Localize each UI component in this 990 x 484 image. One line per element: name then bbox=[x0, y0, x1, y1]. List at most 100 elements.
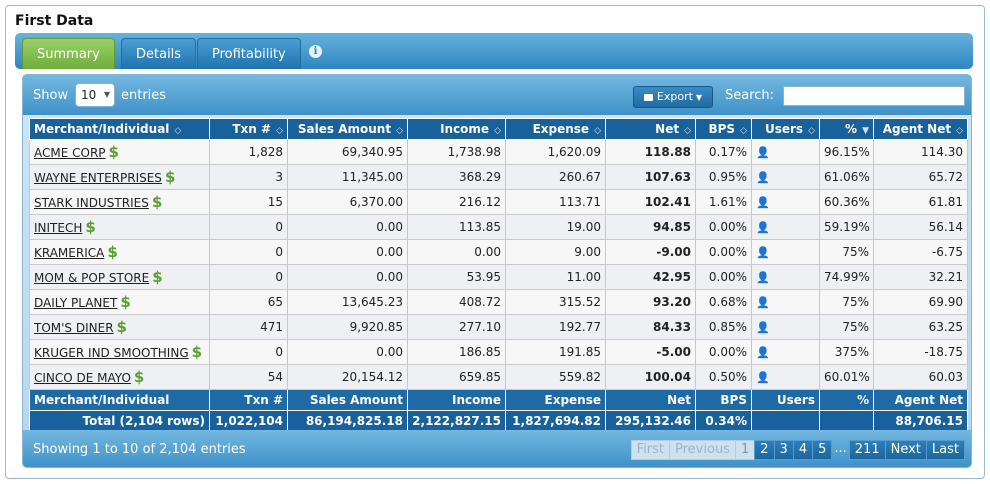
user-icon[interactable]: 👤 bbox=[756, 171, 770, 184]
cell-agent-net: 63.25 bbox=[873, 314, 968, 340]
cell-merchant: INITECH $ bbox=[29, 214, 210, 240]
dollar-icon[interactable]: $ bbox=[85, 218, 95, 236]
cell-expense: 113.71 bbox=[505, 189, 606, 215]
cell-net: -5.00 bbox=[605, 339, 696, 365]
search-input[interactable] bbox=[783, 86, 965, 106]
dollar-icon[interactable]: $ bbox=[107, 243, 117, 261]
search-label: Search: bbox=[725, 88, 775, 103]
cell-net: 94.85 bbox=[605, 214, 696, 240]
merchant-link[interactable]: MOM & POP STORE bbox=[34, 271, 149, 285]
column-label: Sales Amount bbox=[309, 393, 403, 407]
col-header-users[interactable]: Users ◇ bbox=[751, 118, 820, 140]
page-button-last[interactable]: Last bbox=[925, 440, 965, 460]
cell-expense: 11.00 bbox=[505, 264, 606, 290]
cell-txn: 54 bbox=[209, 364, 288, 390]
cell-bps: 0.00% bbox=[695, 339, 752, 365]
col-header-expense[interactable]: Expense ◇ bbox=[505, 118, 606, 140]
cell-txn: 0 bbox=[209, 339, 288, 365]
merchant-link[interactable]: CINCO DE MAYO bbox=[34, 371, 131, 385]
merchant-link[interactable]: INITECH bbox=[34, 221, 82, 235]
col-header-txn[interactable]: Txn # ◇ bbox=[209, 118, 288, 140]
cell-income: 0.00 bbox=[407, 239, 506, 265]
page-button-3[interactable]: 3 bbox=[773, 440, 794, 460]
cell-txn: 65 bbox=[209, 289, 288, 315]
dollar-icon[interactable]: $ bbox=[152, 268, 162, 286]
dollar-icon[interactable]: $ bbox=[134, 368, 144, 386]
page-button-4[interactable]: 4 bbox=[792, 440, 814, 460]
entries-info: Showing 1 to 10 of 2,104 entries bbox=[33, 442, 246, 457]
user-icon[interactable]: 👤 bbox=[756, 371, 770, 384]
column-label: Users bbox=[776, 393, 815, 407]
page-button-1[interactable]: 1 bbox=[734, 440, 756, 460]
user-icon[interactable]: 👤 bbox=[756, 346, 770, 359]
sort-icon: ◇ bbox=[684, 126, 691, 136]
export-button[interactable]: Export ▼ bbox=[633, 86, 713, 108]
cell-merchant: WAYNE ENTERPRISES $ bbox=[29, 164, 210, 190]
user-icon[interactable]: 👤 bbox=[756, 321, 770, 334]
merchant-link[interactable]: KRUGER IND SMOOTHING bbox=[34, 346, 189, 360]
cell-income: 113.85 bbox=[407, 214, 506, 240]
user-icon[interactable]: 👤 bbox=[756, 146, 770, 159]
col-header-merchant[interactable]: Merchant/Individual ◇ bbox=[29, 118, 210, 140]
page-button-5[interactable]: 5 bbox=[812, 440, 833, 460]
dollar-icon[interactable]: $ bbox=[117, 318, 127, 336]
cell-users: 👤 bbox=[751, 214, 820, 240]
dollar-icon[interactable]: $ bbox=[165, 168, 175, 186]
sort-icon: ◇ bbox=[396, 126, 403, 136]
tab-details[interactable]: Details bbox=[121, 38, 197, 69]
user-icon[interactable]: 👤 bbox=[756, 221, 770, 234]
cell-expense: 19.00 bbox=[505, 214, 606, 240]
cell-income: 659.85 bbox=[407, 364, 506, 390]
merchant-link[interactable]: WAYNE ENTERPRISES bbox=[34, 171, 162, 185]
footer-header-row: Merchant/Individual Txn # Sales Amount Inco… bbox=[29, 389, 968, 411]
cell-percent: 96.15% bbox=[819, 139, 874, 165]
col-header-income[interactable]: Income ◇ bbox=[407, 118, 506, 140]
dollar-icon[interactable]: $ bbox=[192, 343, 202, 361]
user-icon[interactable]: 👤 bbox=[756, 246, 770, 259]
merchant-link[interactable]: ACME CORP bbox=[34, 146, 106, 160]
cell-percent: 74.99% bbox=[819, 264, 874, 290]
col-header-agent-net[interactable]: Agent Net ◇ bbox=[873, 118, 968, 140]
dollar-icon[interactable]: $ bbox=[120, 293, 130, 311]
export-label: Export bbox=[656, 90, 693, 103]
total-net: 295,132.46 bbox=[605, 410, 696, 432]
column-label: Txn # bbox=[232, 122, 272, 136]
page-button-211[interactable]: 211 bbox=[848, 440, 886, 460]
user-icon[interactable]: 👤 bbox=[756, 271, 770, 284]
cell-txn: 3 bbox=[209, 164, 288, 190]
cell-txn: 0 bbox=[209, 214, 288, 240]
col-header-net[interactable]: Net ◇ bbox=[605, 118, 696, 140]
cell-sales-amount: 6,370.00 bbox=[287, 189, 408, 215]
user-icon[interactable]: 👤 bbox=[756, 196, 770, 209]
tab-profitability[interactable]: Profitability bbox=[197, 38, 301, 69]
col-header-sales-amount[interactable]: Sales Amount ◇ bbox=[287, 118, 408, 140]
cell-txn: 1,828 bbox=[209, 139, 288, 165]
column-label: Expense bbox=[544, 393, 602, 407]
page-button-2[interactable]: 2 bbox=[754, 440, 775, 460]
table-footer: Showing 1 to 10 of 2,104 entries First Pr… bbox=[23, 430, 971, 467]
dollar-icon[interactable]: $ bbox=[109, 143, 119, 161]
pagination: First Previous 1 2 3 4 5... 211 Next Last bbox=[630, 440, 965, 460]
col-header-bps[interactable]: BPS ◇ bbox=[695, 118, 752, 140]
dollar-icon[interactable]: $ bbox=[152, 193, 162, 211]
cell-bps: 0.00% bbox=[695, 264, 752, 290]
merchant-link[interactable]: TOM'S DINER bbox=[34, 321, 114, 335]
page-button-next[interactable]: Next bbox=[884, 440, 927, 460]
col-header-percent[interactable]: % ▼ bbox=[819, 118, 874, 140]
cell-income: 216.12 bbox=[407, 189, 506, 215]
info-icon[interactable]: i bbox=[309, 45, 322, 58]
page-size-select[interactable]: 10 ▼ bbox=[75, 83, 115, 107]
cell-users: 👤 bbox=[751, 239, 820, 265]
sort-icon: ◇ bbox=[494, 126, 501, 136]
cell-agent-net: 69.90 bbox=[873, 289, 968, 315]
table-row: ACME CORP $1,828 69,340.95 1,738.98 1,620.09… bbox=[29, 139, 968, 165]
cell-percent: 59.19% bbox=[819, 214, 874, 240]
merchant-link[interactable]: DAILY PLANET bbox=[34, 296, 117, 310]
page-button-previous[interactable]: Previous bbox=[669, 440, 736, 460]
cell-agent-net: 114.30 bbox=[873, 139, 968, 165]
tab-summary[interactable]: Summary bbox=[22, 38, 115, 69]
page-button-first[interactable]: First bbox=[630, 440, 671, 460]
user-icon[interactable]: 👤 bbox=[756, 296, 770, 309]
merchant-link[interactable]: STARK INDUSTRIES bbox=[34, 196, 149, 210]
merchant-link[interactable]: KRAMERICA bbox=[34, 246, 104, 260]
